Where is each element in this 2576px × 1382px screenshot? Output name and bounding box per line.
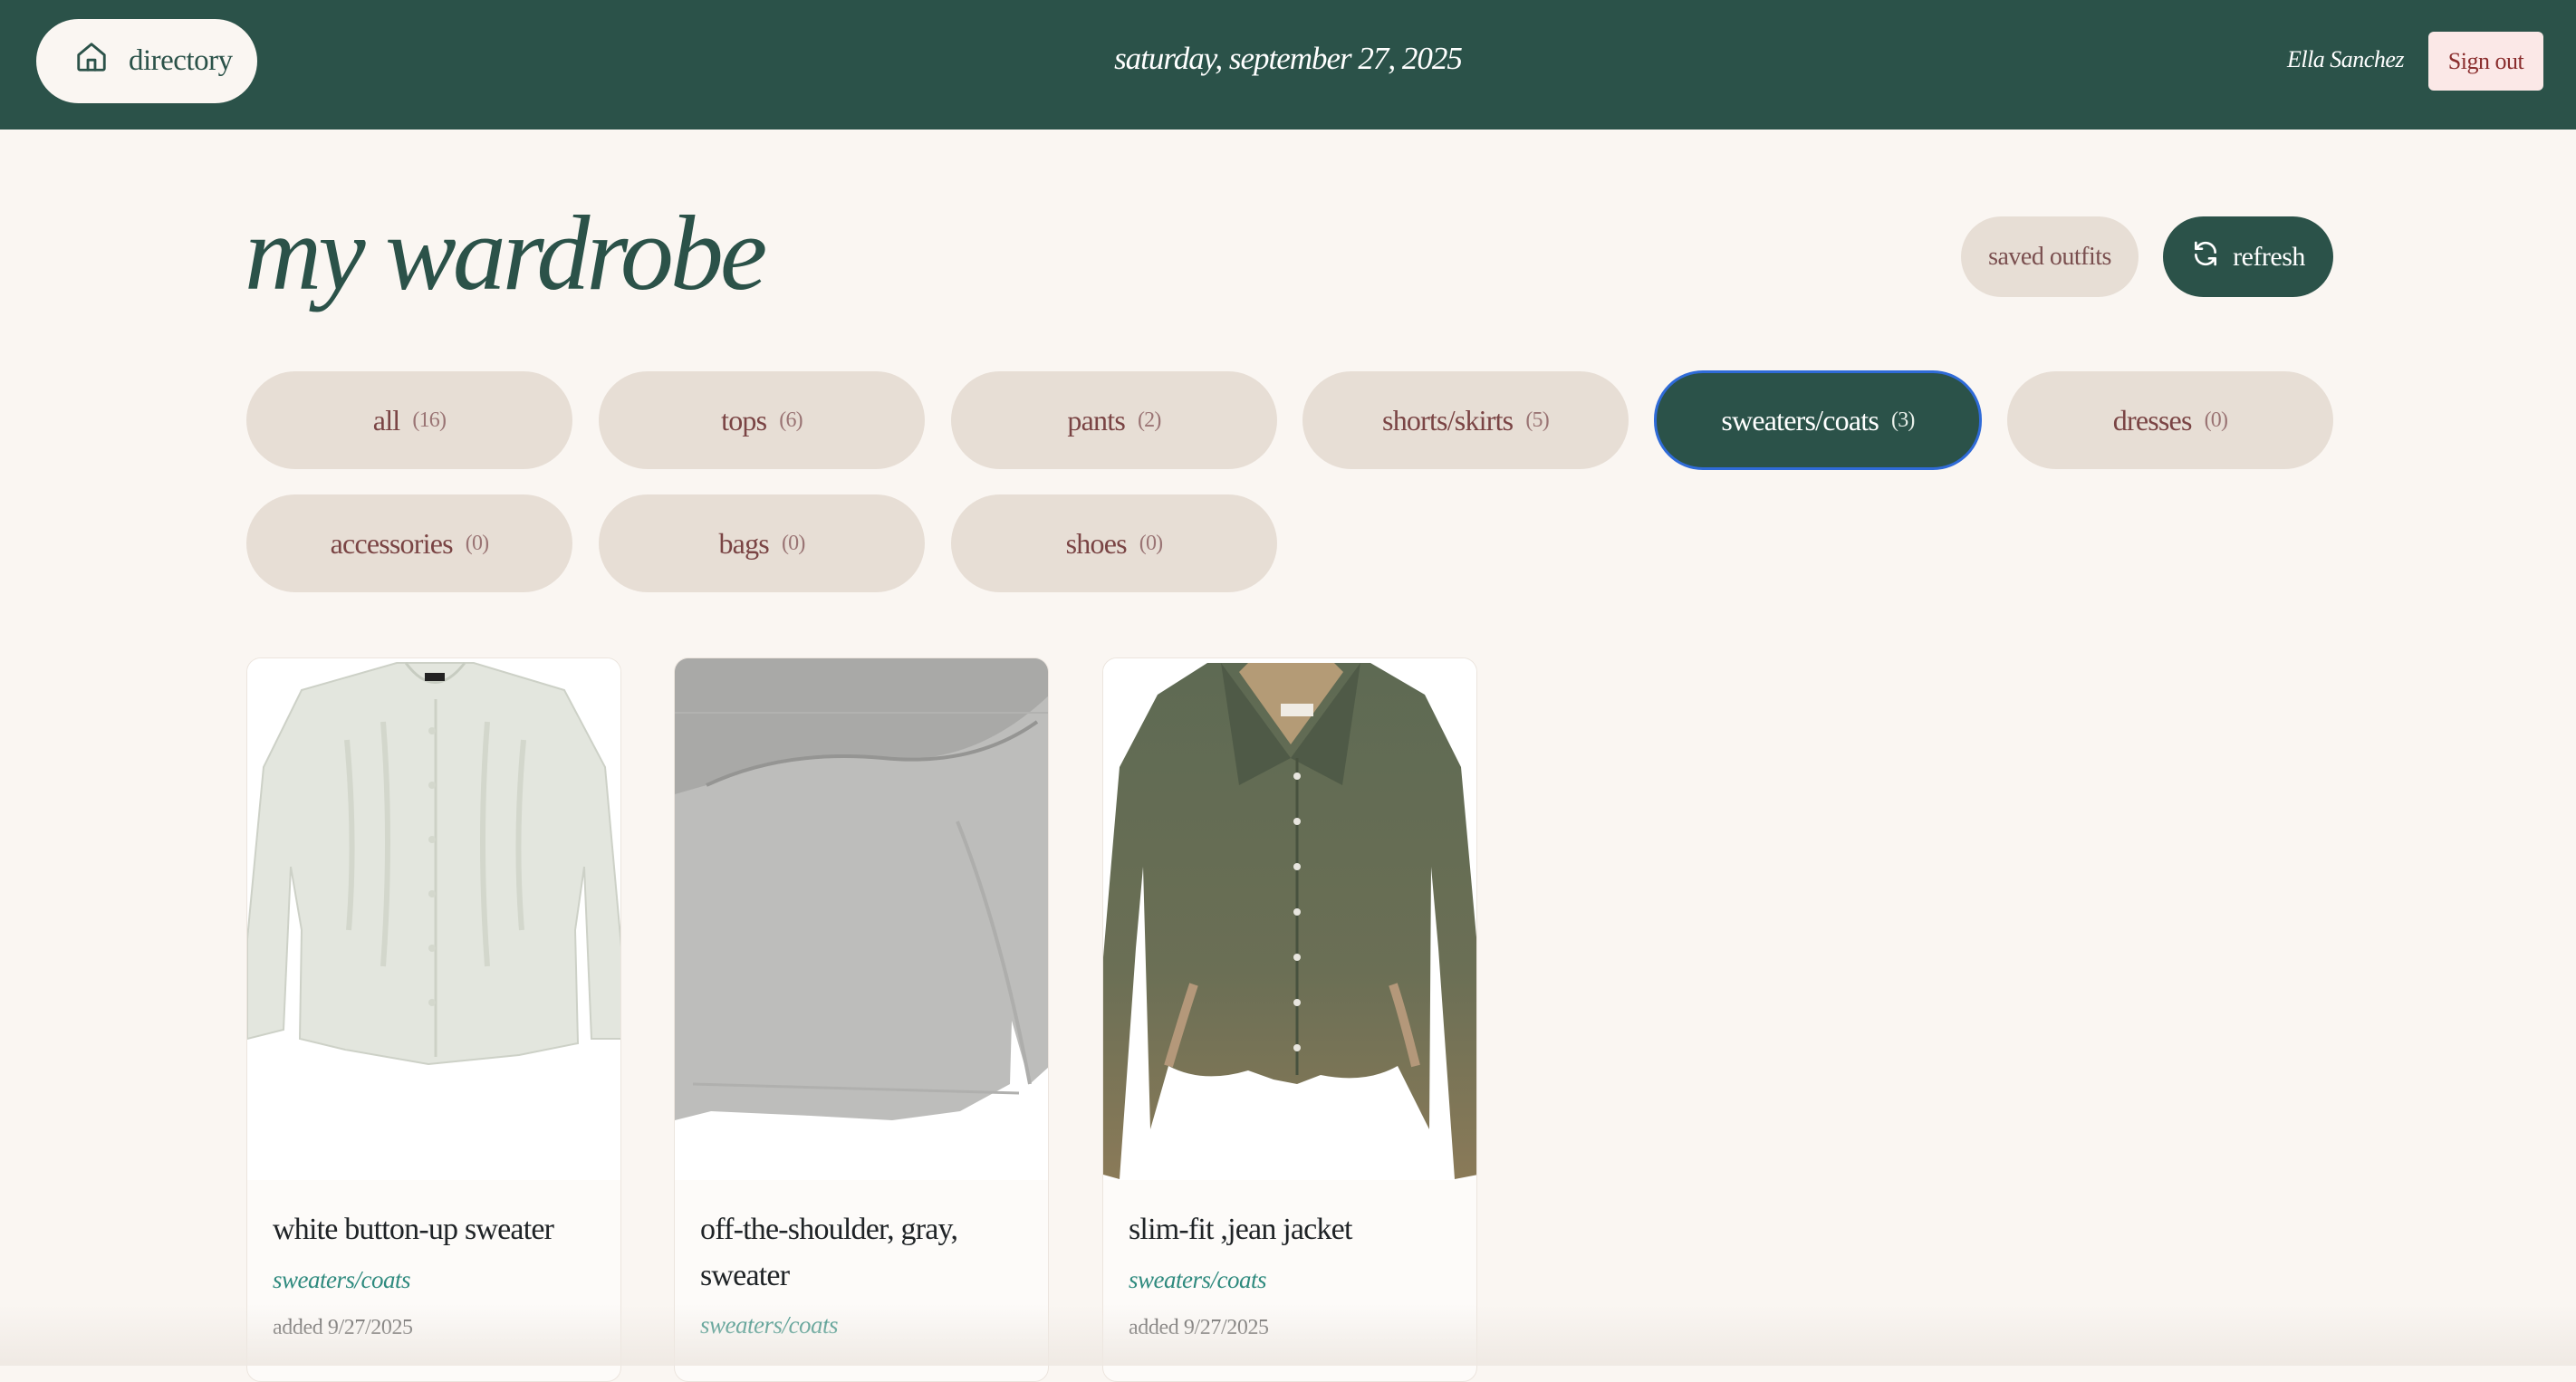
item-name: slim-fit ,jean jacket — [1129, 1213, 1352, 1246]
chip-count: (0) — [1139, 531, 1163, 555]
current-date: saturday, september 27, 2025 — [1114, 41, 1463, 76]
page-title: my wardrobe — [245, 194, 767, 312]
chip-label: shoes — [1065, 526, 1128, 560]
item-category: sweaters/coats — [273, 1266, 411, 1293]
filter-chip-dresses[interactable]: dresses (0) — [2007, 371, 2333, 469]
item-name: white button-up sweater — [273, 1213, 554, 1246]
sweater-photo — [247, 658, 620, 1180]
filter-chip-bags[interactable]: bags (0) — [599, 494, 925, 592]
wardrobe-item-card[interactable]: off-the-shoulder, gray, sweater sweaters… — [674, 657, 1049, 1382]
item-added-date: added 9/27/2025 — [273, 1316, 413, 1339]
chip-count: (0) — [781, 531, 805, 555]
filter-chip-pants[interactable]: pants (2) — [951, 371, 1277, 469]
sign-out-button[interactable]: Sign out — [2428, 32, 2543, 91]
item-category: sweaters/coats — [700, 1311, 839, 1339]
filter-chip-accessories[interactable]: accessories (0) — [246, 494, 572, 592]
chip-label: accessories — [330, 526, 454, 560]
chip-count: (5) — [1525, 408, 1549, 432]
user-name: Ella Sanchez — [2286, 46, 2405, 72]
chip-label: pants — [1067, 403, 1125, 437]
filter-chip-sweaters-coats[interactable]: sweaters/coats (3) — [1654, 370, 1982, 470]
chip-count: (6) — [779, 408, 803, 432]
top-bar: directory saturday, september 27, 2025 E… — [0, 0, 2576, 130]
item-added-date: added 9/27/2025 — [1129, 1316, 1269, 1339]
refresh-button[interactable]: refresh — [2163, 216, 2333, 297]
filter-chip-all[interactable]: all (16) — [246, 371, 572, 469]
refresh-icon — [2191, 239, 2220, 275]
chip-label: bags — [718, 526, 769, 560]
chip-count: (16) — [412, 408, 447, 432]
chip-count: (0) — [465, 531, 489, 555]
chip-label: all — [372, 403, 400, 437]
saved-outfits-button[interactable]: saved outfits — [1961, 216, 2139, 297]
filter-chip-tops[interactable]: tops (6) — [599, 371, 925, 469]
chip-label: sweaters/coats — [1721, 403, 1879, 437]
chip-count: (2) — [1137, 408, 1161, 432]
wardrobe-item-card[interactable]: slim-fit ,jean jacket sweaters/coats add… — [1102, 657, 1477, 1382]
item-name: off-the-shoulder, gray, sweater — [700, 1213, 958, 1292]
wardrobe-item-card[interactable]: white button-up sweater sweaters/coats a… — [246, 657, 621, 1382]
filter-chip-shorts-skirts[interactable]: shorts/skirts (5) — [1302, 371, 1629, 469]
chip-count: (0) — [2204, 408, 2228, 432]
chip-label: dresses — [2112, 403, 2193, 437]
chip-label: shorts/skirts — [1382, 403, 1514, 437]
chip-label: tops — [721, 403, 767, 437]
sweater-photo — [675, 658, 1048, 1180]
filter-chip-shoes[interactable]: shoes (0) — [951, 494, 1277, 592]
item-category: sweaters/coats — [1129, 1266, 1267, 1293]
chip-count: (3) — [1891, 408, 1915, 432]
jacket-photo — [1103, 658, 1476, 1180]
refresh-label: refresh — [2233, 241, 2305, 272]
